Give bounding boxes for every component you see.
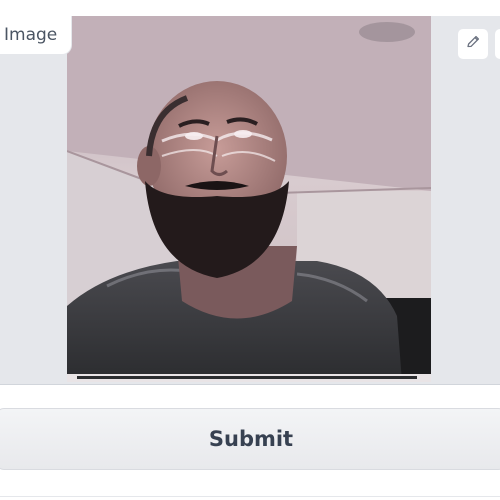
divider: [0, 496, 500, 497]
submit-button-label: Submit: [208, 427, 294, 451]
clear-image-button[interactable]: [494, 28, 500, 60]
pencil-icon: [465, 34, 481, 54]
submit-button[interactable]: Submit: [0, 408, 500, 470]
app-root: Image Submit: [0, 0, 500, 500]
image-label-text: Image: [4, 25, 58, 45]
uploaded-image: [67, 16, 431, 382]
edit-image-button[interactable]: [457, 28, 489, 60]
image-label: Image: [0, 16, 73, 55]
portrait-photo: [67, 16, 431, 382]
